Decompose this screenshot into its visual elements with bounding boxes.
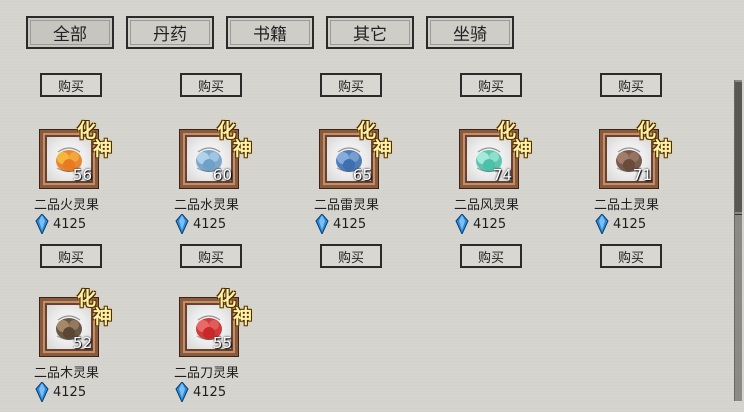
item-level: 71 [632,166,652,184]
blue-gem-icon [315,214,329,234]
item-price: 4125 [315,214,366,234]
item-price: 4125 [175,382,226,402]
item-name: 二品风灵果 [454,198,520,213]
shop-item: 55 化神二品刀灵果 4125 [174,242,318,412]
item-price: 4125 [35,382,86,402]
price-value: 4125 [473,216,507,232]
buy-button[interactable]: 购买 [320,244,382,268]
blue-gem-icon [175,382,189,402]
tab-books[interactable]: 书籍 [226,16,314,49]
shop-item: 71 化神二品土灵果 4125 购买 [594,74,738,268]
item-level: 60 [212,166,232,184]
item-icon-frame[interactable]: 56 [40,130,98,188]
item-icon-frame[interactable]: 65 [320,130,378,188]
price-value: 4125 [613,216,647,232]
item-price: 4125 [35,214,86,234]
item-icon-frame[interactable]: 74 [460,130,518,188]
price-value: 4125 [193,216,227,232]
item-icon-frame[interactable]: 52 [40,298,98,356]
buy-button[interactable]: 购买 [600,244,662,268]
item-price: 4125 [175,214,226,234]
tab-mounts[interactable]: 坐骑 [426,16,514,49]
scrollbar-thumb[interactable] [735,82,742,212]
buy-button[interactable]: 购买 [460,244,522,268]
price-value: 4125 [53,216,87,232]
item-icon-frame[interactable]: 55 [180,298,238,356]
blue-gem-icon [595,214,609,234]
scrollbar-tick [735,214,742,215]
item-price: 4125 [595,214,646,234]
item-icon-frame[interactable]: 71 [600,130,658,188]
shop-item: 52 化神二品木灵果 4125 [34,242,178,412]
shop-item: 74 化神二品风灵果 4125 购买 [454,74,598,268]
scrollbar[interactable] [734,80,742,401]
item-name: 二品土灵果 [594,198,660,213]
item-level: 56 [72,166,92,184]
price-value: 4125 [193,384,227,400]
shop-item: 56 化神二品火灵果 4125 购买 [34,74,178,268]
item-level: 52 [72,334,92,352]
blue-gem-icon [175,214,189,234]
blue-gem-icon [35,382,49,402]
price-value: 4125 [53,384,87,400]
blue-gem-icon [455,214,469,234]
tab-pills[interactable]: 丹药 [126,16,214,49]
shop-item: 60 化神二品水灵果 4125 购买 [174,74,318,268]
price-value: 4125 [333,216,367,232]
item-icon-frame[interactable]: 60 [180,130,238,188]
item-level: 74 [492,166,512,184]
item-level: 55 [212,334,232,352]
item-name: 二品刀灵果 [174,366,240,381]
item-name: 二品雷灵果 [314,198,380,213]
tab-all[interactable]: 全部 [26,16,114,49]
shop-item: 65 化神二品雷灵果 4125 购买 [314,74,458,268]
item-name: 二品火灵果 [34,198,100,213]
blue-gem-icon [35,214,49,234]
item-level: 65 [352,166,372,184]
item-name: 二品水灵果 [174,198,240,213]
item-price: 4125 [455,214,506,234]
item-name: 二品木灵果 [34,366,100,381]
tab-others[interactable]: 其它 [326,16,414,49]
